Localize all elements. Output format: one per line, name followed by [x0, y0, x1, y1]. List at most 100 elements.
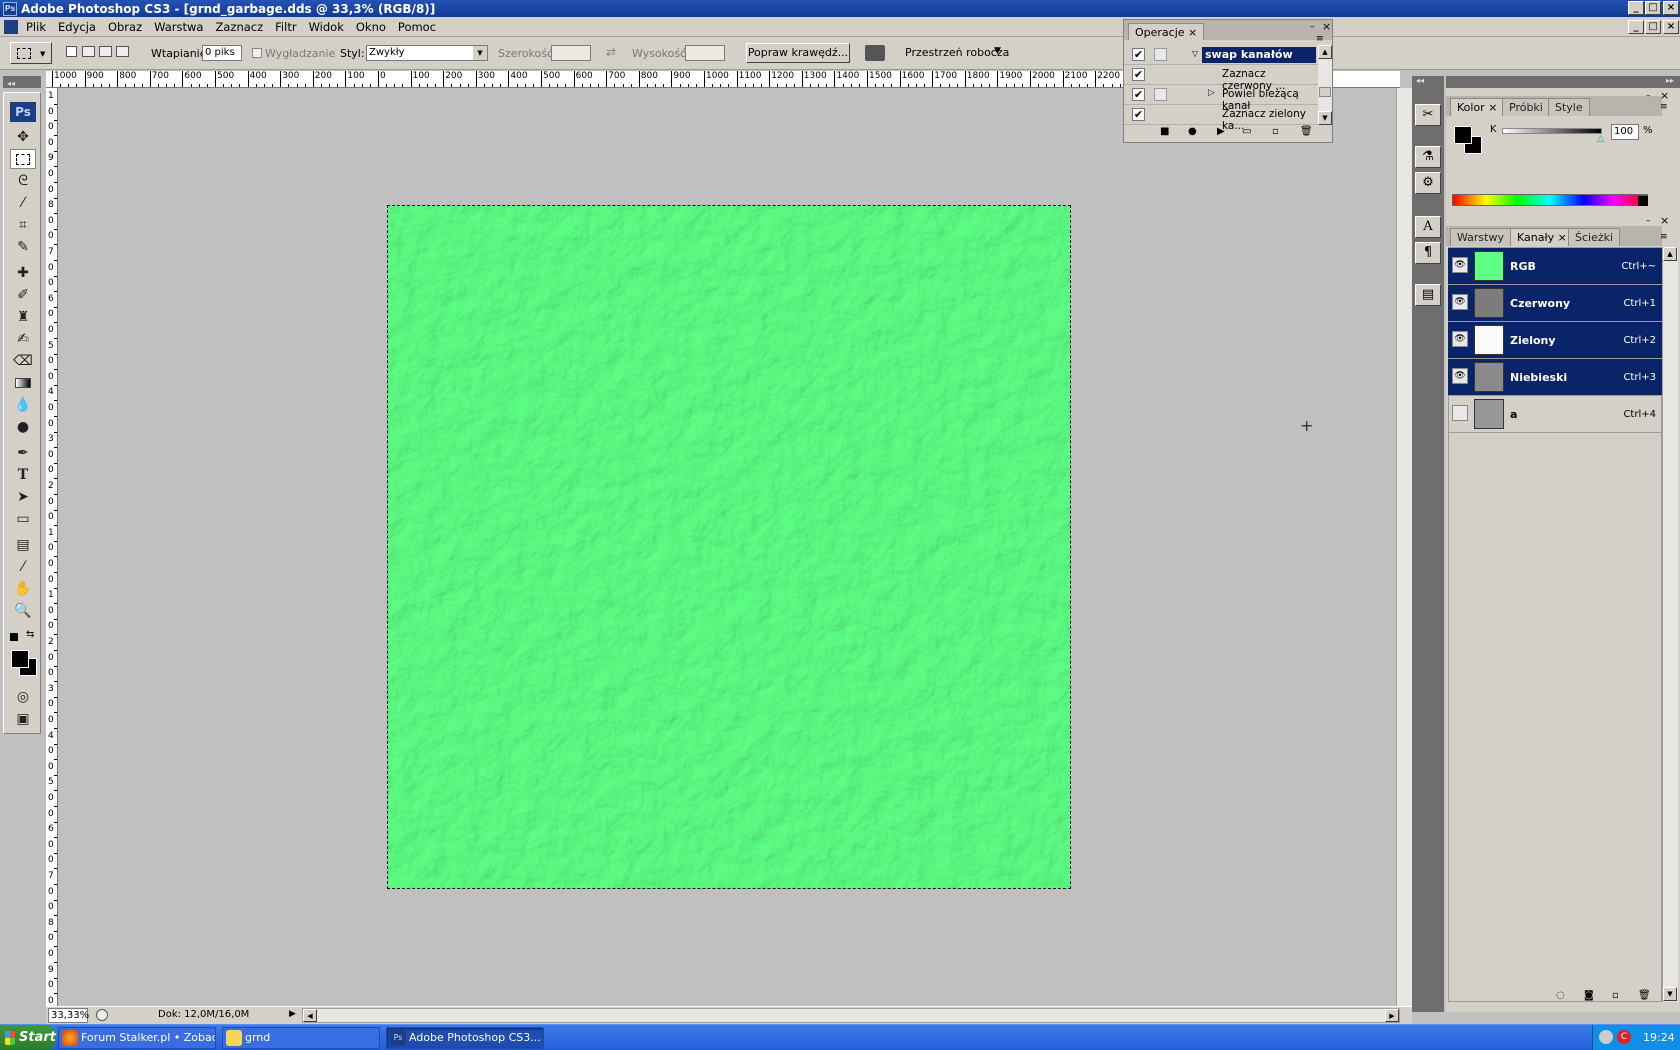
k-value-input[interactable]: 100: [1611, 124, 1639, 140]
scroll-right-icon[interactable]: ▶: [1385, 1009, 1399, 1022]
close-button[interactable]: ×: [1663, 1, 1679, 15]
dialog-toggle[interactable]: [1154, 48, 1167, 61]
visibility-eye-icon[interactable]: 👁: [1452, 257, 1468, 273]
menu-obraz[interactable]: Obraz: [102, 20, 148, 34]
channel-row-0[interactable]: 👁 RGB Ctrl+~: [1448, 248, 1662, 285]
doc-minimize-button[interactable]: _: [1628, 20, 1644, 34]
dialog-toggle[interactable]: [1154, 88, 1167, 101]
status-menu-arrow-icon[interactable]: ▶: [289, 1009, 296, 1019]
bridge-icon[interactable]: [865, 45, 885, 61]
status-info-icon[interactable]: [96, 1009, 108, 1021]
menu-warstwa[interactable]: Warstwa: [148, 20, 209, 34]
menu-okno[interactable]: Okno: [350, 20, 392, 34]
visibility-eye-icon[interactable]: 👁: [1452, 331, 1468, 347]
intersect-selection-icon[interactable]: [116, 46, 129, 57]
feather-input[interactable]: 0 piks: [202, 45, 242, 61]
play-icon[interactable]: ▶: [1217, 126, 1225, 137]
character-icon[interactable]: A: [1415, 216, 1441, 238]
menu-pomoc[interactable]: Pomoc: [392, 20, 442, 34]
panel-minimize-icon[interactable]: –: [1646, 216, 1651, 226]
action-toggle-checkbox[interactable]: ✔: [1132, 88, 1145, 101]
new-set-icon[interactable]: ▭: [1242, 126, 1251, 137]
channel-row-4[interactable]: a Ctrl+4: [1448, 396, 1662, 433]
visibility-eye-icon[interactable]: [1452, 405, 1468, 421]
quick-mask-icon[interactable]: ◎: [10, 687, 36, 707]
add-selection-icon[interactable]: [82, 46, 95, 57]
hand-tool-icon[interactable]: ✋: [10, 579, 36, 599]
expand-right-icon[interactable]: ▷: [1208, 88, 1215, 98]
zoom-field[interactable]: 33,33%: [48, 1008, 89, 1023]
scroll-left-icon[interactable]: ◀: [303, 1009, 317, 1022]
marquee-tool-icon[interactable]: [10, 149, 36, 169]
action-set-name[interactable]: swap kanałów: [1202, 47, 1316, 63]
scroll-thumb[interactable]: [1319, 87, 1331, 97]
color-ramp[interactable]: [1452, 194, 1648, 206]
menu-filtr[interactable]: Filtr: [269, 20, 302, 34]
panel-close-icon[interactable]: ×: [1322, 20, 1331, 33]
paragraph-icon[interactable]: ¶: [1415, 242, 1441, 264]
action-toggle-checkbox[interactable]: ✔: [1132, 68, 1145, 81]
tab-warstwy[interactable]: Warstwy: [1450, 228, 1511, 246]
tray-antivirus-icon[interactable]: C: [1617, 1030, 1631, 1044]
subtract-selection-icon[interactable]: [99, 46, 112, 57]
blur-tool-icon[interactable]: 💧: [10, 395, 36, 415]
new-channel-icon[interactable]: ▫: [1612, 990, 1619, 1001]
menu-edycja[interactable]: Edycja: [52, 20, 102, 34]
doc-restore-button[interactable]: □: [1645, 20, 1661, 34]
collapse-icon[interactable]: ◂◂: [1416, 76, 1424, 85]
tab-operacje[interactable]: Operacje ×: [1128, 23, 1205, 40]
lasso-tool-icon[interactable]: ᘓ: [10, 171, 36, 191]
panel-minimize-icon[interactable]: –: [1646, 91, 1651, 101]
brushes-icon[interactable]: ⚗: [1415, 146, 1441, 168]
slice-tool-icon[interactable]: ✎: [10, 237, 36, 257]
panel-minimize-icon[interactable]: –: [1310, 22, 1315, 32]
taskbar-item-folder[interactable]: grnd: [222, 1027, 380, 1049]
action-row[interactable]: ✔ Zaznacz czerwony ...: [1124, 65, 1318, 92]
menu-widok[interactable]: Widok: [303, 20, 350, 34]
channel-row-3[interactable]: 👁 Niebieski Ctrl+3: [1448, 359, 1662, 396]
taskbar-item-photoshop[interactable]: Ps Adobe Photoshop CS3...: [386, 1027, 544, 1049]
vertical-scrollbar[interactable]: [1396, 88, 1412, 1006]
tab-probki[interactable]: Próbki: [1502, 98, 1550, 116]
gradient-tool-icon[interactable]: [10, 373, 36, 393]
type-tool-icon[interactable]: T: [10, 465, 36, 485]
start-button[interactable]: Start: [0, 1025, 56, 1050]
layer-comps-icon[interactable]: ▤: [1415, 284, 1441, 306]
stop-icon[interactable]: ■: [1160, 126, 1169, 137]
action-row[interactable]: ✔ ▽ swap kanałów: [1124, 45, 1318, 65]
visibility-eye-icon[interactable]: 👁: [1452, 294, 1468, 310]
notes-tool-icon[interactable]: ▤: [10, 535, 36, 555]
action-row[interactable]: ✔ ▷ Powiel bieżącą kanał: [1124, 85, 1318, 112]
antialias-checkbox[interactable]: [252, 48, 262, 58]
actions-scrollbar[interactable]: ▲ ▼: [1318, 45, 1332, 125]
tab-kanaly[interactable]: Kanały ×: [1510, 228, 1574, 246]
swap-colors-icon[interactable]: ⇆: [26, 629, 34, 640]
style-select[interactable]: Zwykły ▼: [366, 45, 488, 61]
expand-down-icon[interactable]: ▽: [1192, 49, 1198, 58]
toolbox-header[interactable]: ◂◂: [3, 76, 41, 88]
dock-header[interactable]: ▸▸: [1446, 76, 1680, 88]
menu-zaznacz[interactable]: Zaznacz: [209, 20, 269, 34]
eyedropper-icon[interactable]: ⁄: [10, 557, 36, 577]
document-canvas[interactable]: [387, 205, 1071, 889]
dodge-tool-icon[interactable]: ●: [10, 417, 36, 437]
scroll-up-icon[interactable]: ▲: [1663, 247, 1677, 261]
trash-icon[interactable]: 🗑: [1638, 990, 1651, 1001]
load-selection-icon[interactable]: ◌: [1556, 990, 1565, 1001]
record-icon[interactable]: ●: [1188, 126, 1197, 137]
save-selection-icon[interactable]: ◙: [1584, 990, 1594, 1001]
tray-network-icon[interactable]: [1599, 1030, 1613, 1044]
close-icon[interactable]: ×: [1188, 26, 1197, 39]
visibility-eye-icon[interactable]: 👁: [1452, 368, 1468, 384]
doc-close-button[interactable]: ×: [1663, 20, 1679, 34]
maximize-button[interactable]: □: [1645, 1, 1661, 15]
horizontal-scrollbar[interactable]: ◀ ▶: [302, 1008, 1400, 1023]
scroll-down-icon[interactable]: ▼: [1318, 111, 1332, 125]
navigator-icon[interactable]: ✂: [1415, 104, 1441, 126]
tab-style[interactable]: Style: [1548, 98, 1590, 116]
trash-icon[interactable]: 🗑: [1300, 126, 1313, 137]
shape-tool-icon[interactable]: ▭: [10, 509, 36, 529]
panel-close-icon[interactable]: ×: [1660, 89, 1669, 102]
channel-row-2[interactable]: 👁 Zielony Ctrl+2: [1448, 322, 1662, 359]
taskbar-item-firefox[interactable]: Forum Stalker.pl • Zobac...: [58, 1027, 216, 1049]
